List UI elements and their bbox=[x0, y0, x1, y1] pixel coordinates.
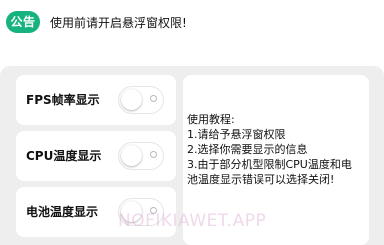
battery-temp-setting-label: 电池温度显示 bbox=[26, 205, 99, 219]
toggle-knob bbox=[121, 89, 142, 110]
toggle-knob bbox=[121, 145, 142, 166]
cpu-temp-setting-card: CPU温度显示 bbox=[16, 131, 176, 181]
fps-toggle[interactable] bbox=[118, 86, 164, 114]
tutorial-line: 池温度显示错误可以选择关闭! bbox=[187, 173, 335, 186]
tutorial-text: 使用教程: 1.请给予悬浮窗权限 2.选择你需要显示的信息 3.由于部分机型限制… bbox=[187, 112, 367, 187]
toggle-off-icon bbox=[150, 95, 157, 102]
cpu-temp-toggle[interactable] bbox=[118, 142, 164, 170]
notice-bar: 公告 使用前请开启悬浮窗权限! bbox=[0, 0, 384, 50]
toggle-off-icon bbox=[150, 151, 157, 158]
fps-setting-card: FPS帧率显示 bbox=[16, 75, 176, 125]
watermark: NOFIKIAWET.APP bbox=[118, 211, 267, 231]
notice-badge: 公告 bbox=[6, 11, 40, 33]
tutorial-title: 使用教程: bbox=[187, 113, 235, 126]
cpu-temp-setting-label: CPU温度显示 bbox=[26, 149, 102, 163]
tutorial-line: 1.请给予悬浮窗权限 bbox=[187, 128, 286, 141]
tutorial-line: 2.选择你需要显示的信息 bbox=[187, 143, 308, 156]
notice-text: 使用前请开启悬浮窗权限! bbox=[50, 16, 187, 30]
fps-setting-label: FPS帧率显示 bbox=[26, 93, 100, 107]
tutorial-line: 3.由于部分机型限制CPU温度和电 bbox=[187, 158, 352, 171]
